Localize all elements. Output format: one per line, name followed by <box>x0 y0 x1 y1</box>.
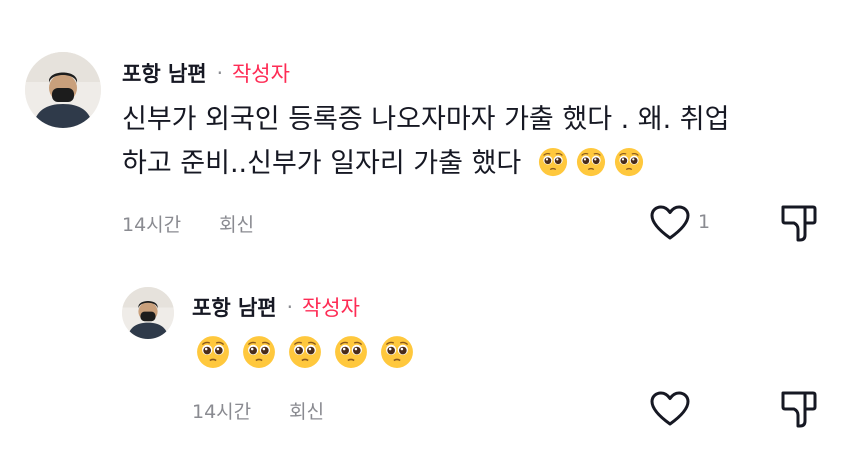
reply-like-button[interactable] <box>650 391 690 427</box>
thumbs-down-icon <box>781 391 817 428</box>
reply-button[interactable]: 회신 <box>219 210 254 237</box>
pleading-face-emoji <box>196 335 230 369</box>
pleading-face-emoji <box>614 147 644 177</box>
avatar[interactable] <box>25 52 101 128</box>
comment-meta: 14시간 회신 <box>122 210 254 237</box>
reply-meta: 14시간 회신 <box>192 397 324 424</box>
comment-text-line1: 신부가 외국인 등록증 나오자마자 가출 했다 . 왜. 취업 <box>122 104 730 135</box>
dislike-button[interactable] <box>780 203 818 243</box>
pleading-face-emoji <box>380 335 414 369</box>
author-badge: 작성자 <box>231 62 290 86</box>
comment-text: 신부가 외국인 등록증 나오자마자 가출 했다 . 왜. 취업 하고 준비..신… <box>122 98 729 186</box>
reply-dislike-button[interactable] <box>780 389 818 429</box>
comment-text-line2: 하고 준비..신부가 일자리 가출 했다 <box>122 142 729 186</box>
like-count: 1 <box>698 211 711 233</box>
reply-timestamp: 14시간 <box>192 401 252 423</box>
reply-author-name[interactable]: 포항 남편 <box>192 292 277 322</box>
comment-text-line2-text: 하고 준비..신부가 일자리 가출 했다 <box>122 148 522 179</box>
reply-reply-button[interactable]: 회신 <box>289 397 324 424</box>
pleading-face-emoji <box>242 335 276 369</box>
heart-icon <box>650 205 690 240</box>
pleading-face-emoji <box>576 147 606 177</box>
pleading-face-emoji <box>334 335 368 369</box>
reply-avatar[interactable] <box>122 287 174 339</box>
reply-author-badge: 작성자 <box>301 296 360 320</box>
reply-text <box>196 335 426 369</box>
comment-author-line: 포항 남편 · 작성자 <box>122 58 290 88</box>
reply-author-line: 포항 남편 · 작성자 <box>192 292 360 322</box>
pleading-face-emoji <box>538 147 568 177</box>
author-name[interactable]: 포항 남편 <box>122 58 207 88</box>
pleading-face-emoji <box>288 335 322 369</box>
comment-timestamp: 14시간 <box>122 214 182 236</box>
like-button[interactable] <box>650 205 690 241</box>
heart-icon <box>650 391 690 426</box>
separator-dot: · <box>216 61 223 85</box>
thumbs-down-icon <box>781 205 817 242</box>
separator-dot: · <box>286 295 293 319</box>
